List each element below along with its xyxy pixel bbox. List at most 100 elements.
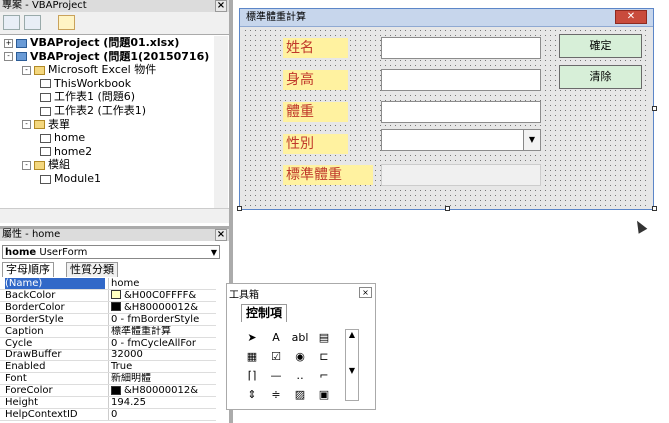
- property-value[interactable]: 194.25: [108, 397, 219, 408]
- toolbox-tool-icon[interactable]: ⌐: [315, 368, 333, 384]
- toolbox-tool-icon[interactable]: A: [267, 330, 285, 346]
- toolbox-tool-icon[interactable]: ⇕: [243, 387, 261, 403]
- tree-item[interactable]: ThisWorkbook: [40, 77, 131, 90]
- property-row[interactable]: Caption 標準體重計算: [0, 325, 219, 338]
- property-value[interactable]: &H00C0FFFF&: [108, 289, 219, 301]
- property-row[interactable]: Height 194.25: [0, 397, 216, 409]
- chevron-down-icon[interactable]: ▼: [523, 130, 540, 150]
- tree-item[interactable]: 工作表1 (問題6): [40, 90, 135, 103]
- property-name: HelpContextID: [5, 408, 78, 420]
- property-value[interactable]: 0 - fmBorderStyle: [108, 313, 219, 325]
- property-value[interactable]: 0: [108, 408, 219, 420]
- toolbox-tool-icon[interactable]: abl: [291, 330, 309, 346]
- tree-item[interactable]: - VBAProject (問題1(20150716): [4, 50, 209, 63]
- tab-categorized[interactable]: 性質分類: [66, 262, 118, 277]
- tree-item[interactable]: home2: [40, 145, 92, 158]
- toolbox-tool-icon[interactable]: ▣: [315, 387, 333, 403]
- property-value-text: 新細明體: [111, 373, 151, 385]
- name-textbox[interactable]: [381, 37, 541, 59]
- toolbox-tool-icon[interactable]: ▤: [315, 330, 333, 346]
- resize-handle[interactable]: [652, 106, 657, 111]
- expander-icon[interactable]: -: [22, 120, 31, 130]
- toggle-folders-icon[interactable]: [58, 15, 75, 30]
- view-code-icon[interactable]: [3, 15, 20, 30]
- properties-title-bar: 屬性 - home ×: [0, 229, 229, 241]
- toolbox-tool-icon[interactable]: ⌈⌉: [243, 368, 261, 384]
- label-height[interactable]: 身高: [283, 70, 348, 90]
- property-value[interactable]: 32000: [108, 349, 219, 361]
- tree-item[interactable]: + VBAProject (問題01.xlsx): [4, 36, 179, 49]
- property-name: DrawBuffer: [5, 349, 62, 361]
- gender-combobox[interactable]: ▼: [381, 129, 541, 151]
- confirm-button[interactable]: 確定: [559, 34, 642, 58]
- expander-icon[interactable]: +: [4, 38, 13, 48]
- property-value[interactable]: True: [108, 361, 219, 373]
- close-icon[interactable]: ✕: [615, 10, 647, 24]
- tree-item[interactable]: - 模組: [22, 158, 70, 171]
- toolbox-tool-icon[interactable]: ☑: [267, 349, 285, 365]
- property-row[interactable]: Enabled True: [0, 361, 219, 374]
- tree-item[interactable]: - Microsoft Excel 物件: [22, 63, 156, 76]
- property-row[interactable]: Font 新細明體: [0, 373, 219, 386]
- close-icon[interactable]: ×: [215, 229, 227, 241]
- property-row[interactable]: BackColor &H00C0FFFF&: [0, 289, 219, 302]
- property-value-text: True: [111, 361, 133, 373]
- userform[interactable]: 標準體重計算 ✕ 姓名 身高 體重 性別 標準體重 ▼ 確定 清除: [239, 8, 654, 210]
- property-row[interactable]: DrawBuffer 32000: [0, 349, 219, 362]
- resize-handle[interactable]: [445, 206, 450, 211]
- property-row[interactable]: ForeColor &H80000012&: [0, 385, 219, 398]
- height-textbox[interactable]: [381, 69, 541, 91]
- toolbox-tool-icon[interactable]: ▦: [243, 349, 261, 365]
- project-vertical-scrollbar[interactable]: [214, 36, 228, 208]
- expander-icon[interactable]: -: [22, 65, 31, 75]
- property-row[interactable]: BorderColor &H80000012&: [0, 301, 219, 314]
- toolbox-tool-icon[interactable]: ≑: [267, 387, 285, 403]
- property-row[interactable]: BorderStyle 0 - fmBorderStyle: [0, 313, 219, 326]
- label-gender[interactable]: 性別: [283, 134, 348, 154]
- expander-icon[interactable]: -: [22, 160, 31, 170]
- view-object-icon[interactable]: [24, 15, 41, 30]
- property-row[interactable]: HelpContextID 0: [0, 408, 219, 421]
- property-value[interactable]: &H80000012&: [108, 301, 219, 313]
- toolbox-tool-icon[interactable]: ➤: [243, 330, 261, 346]
- folder-icon: [34, 65, 45, 75]
- resize-handle[interactable]: [237, 206, 242, 211]
- property-value-text: &H00C0FFFF&: [124, 289, 197, 301]
- label-standard-weight[interactable]: 標準體重: [283, 165, 373, 185]
- property-value-text: 32000: [111, 349, 143, 361]
- close-icon[interactable]: ×: [359, 287, 372, 298]
- label-name[interactable]: 姓名: [283, 38, 348, 58]
- property-row[interactable]: Cycle 0 - fmCycleAllFor: [0, 337, 219, 350]
- tree-item[interactable]: - 表單: [22, 118, 70, 131]
- vba-project-icon: [16, 52, 27, 62]
- tree-item[interactable]: Module1: [40, 172, 101, 185]
- property-value[interactable]: 標準體重計算: [108, 325, 219, 337]
- tree-item[interactable]: 工作表2 (工作表1): [40, 104, 146, 117]
- property-row[interactable]: (Name) home: [0, 278, 216, 290]
- property-value[interactable]: home: [108, 278, 219, 289]
- resize-handle[interactable]: [652, 206, 657, 211]
- tab-alphabetic[interactable]: 字母順序: [2, 262, 54, 277]
- expander-icon[interactable]: -: [4, 52, 13, 62]
- toolbox-tool-icon[interactable]: ▨: [291, 387, 309, 403]
- toolbox-tool-icon[interactable]: ◉: [291, 349, 309, 365]
- property-value-text: 0 - fmBorderStyle: [111, 313, 200, 325]
- tree-item-label: 工作表2 (工作表1): [54, 104, 147, 117]
- property-value[interactable]: 新細明體: [108, 373, 219, 385]
- label-weight[interactable]: 體重: [283, 102, 348, 122]
- toolbox-scrollbar[interactable]: ▲ ▼: [345, 329, 359, 401]
- toolbox-tool-icon[interactable]: ⊏: [315, 349, 333, 365]
- property-value[interactable]: &H80000012&: [108, 385, 219, 397]
- close-icon[interactable]: ×: [215, 0, 227, 12]
- toolbox-tool-icon[interactable]: —: [267, 368, 285, 384]
- form-icon: [40, 147, 51, 157]
- tree-item[interactable]: home: [40, 131, 85, 144]
- property-value[interactable]: 0 - fmCycleAllFor: [108, 337, 219, 349]
- clear-button[interactable]: 清除: [559, 65, 642, 89]
- toolbox-tool-icon[interactable]: ‥: [291, 368, 309, 384]
- tab-controls[interactable]: 控制項: [241, 304, 288, 322]
- property-name: Height: [5, 397, 39, 408]
- object-selector[interactable]: home UserForm ▼: [2, 245, 220, 259]
- weight-textbox[interactable]: [381, 101, 541, 123]
- project-horizontal-scrollbar[interactable]: [0, 208, 229, 223]
